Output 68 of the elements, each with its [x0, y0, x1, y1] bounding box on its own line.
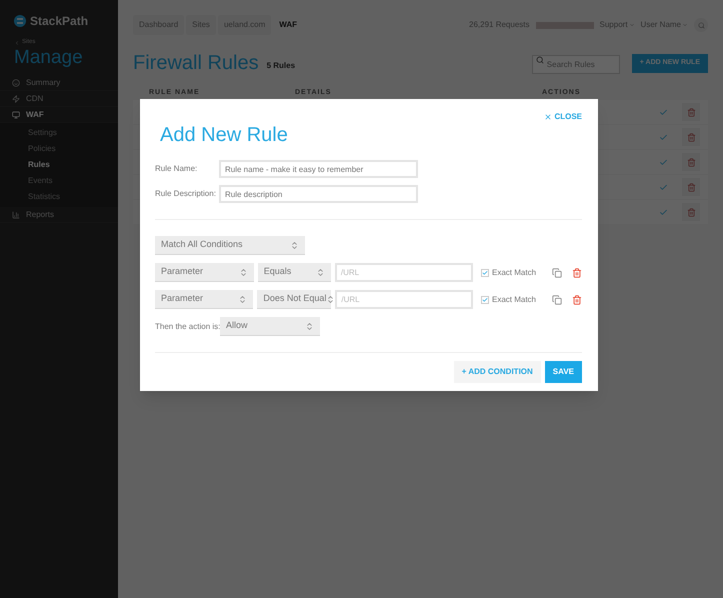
check-icon	[658, 108, 668, 116]
value-field[interactable]: /URL	[334, 263, 473, 282]
trash-icon	[572, 268, 582, 278]
modal-title: Add New Rule	[160, 123, 289, 147]
lightning-icon	[12, 94, 20, 102]
field-label: Rule Name:	[155, 163, 198, 175]
delete-button[interactable]	[682, 203, 700, 221]
smiley-icon	[12, 78, 20, 86]
field-label: Rule Description:	[155, 188, 217, 200]
sort-arrows-icon	[238, 268, 248, 276]
delete-button[interactable]	[682, 153, 700, 171]
check-icon	[658, 158, 668, 166]
trash-icon	[686, 108, 696, 116]
breadcrumb[interactable]: WAF	[273, 15, 304, 35]
checkbox[interactable]	[480, 296, 489, 304]
action-label: Then the action is:	[155, 320, 220, 332]
rules-count: 5 Rules	[266, 60, 296, 72]
checkbox-label: Exact Match	[492, 294, 536, 306]
search-button[interactable]	[694, 18, 708, 32]
sort-arrows-icon	[305, 322, 314, 330]
delete-button[interactable]	[572, 294, 582, 304]
trash-icon	[686, 208, 696, 216]
delete-button[interactable]	[682, 178, 700, 196]
sort-arrows-icon	[326, 294, 336, 304]
monitor-icon	[12, 110, 20, 118]
trash-icon	[686, 182, 696, 192]
section-heading: Manage	[13, 47, 84, 69]
caret-icon	[682, 22, 688, 28]
delete-button[interactable]	[682, 103, 700, 121]
close-button[interactable]: CLOSE	[544, 111, 582, 123]
save-button[interactable]: SAVE	[544, 361, 582, 383]
trash-icon	[572, 294, 582, 304]
sort-arrows-icon	[290, 240, 299, 250]
nav-subitem[interactable]: Rules	[0, 157, 118, 173]
sort-arrows-icon	[316, 268, 325, 276]
delete-button[interactable]	[682, 128, 700, 146]
close-icon	[544, 113, 552, 121]
action-select[interactable]: Allow	[220, 317, 320, 336]
trash-icon	[686, 132, 696, 142]
match-select[interactable]: Match All Conditions	[155, 236, 305, 255]
checkbox-label: Exact Match	[492, 266, 536, 278]
text-field[interactable]: Rule description	[219, 185, 418, 203]
search-icon	[698, 22, 704, 28]
sort-arrows-icon	[238, 294, 248, 304]
bar-chart-icon	[12, 210, 20, 218]
add-condition-button[interactable]: + ADD CONDITION	[454, 361, 541, 383]
logo-text: StackPath	[30, 13, 88, 30]
check-icon	[658, 132, 668, 142]
field-select[interactable]: Parameter	[155, 290, 254, 309]
caret-icon	[628, 22, 635, 28]
page-title: Firewall Rules	[133, 51, 259, 76]
operator-select[interactable]: Equals	[258, 263, 331, 282]
chevron-left-icon	[14, 40, 20, 46]
copy-icon	[552, 268, 562, 278]
text-field[interactable]: Rule name - make it easy to remember	[219, 160, 418, 178]
value-field[interactable]: /URL	[335, 290, 473, 309]
field-select[interactable]: Parameter	[155, 263, 254, 282]
checkbox[interactable]	[481, 268, 489, 276]
operator-select[interactable]: Does Not Equal	[257, 290, 332, 309]
search-icon	[536, 56, 544, 64]
copy-icon	[552, 294, 562, 304]
check-icon	[658, 208, 668, 216]
check-icon	[658, 182, 668, 192]
duplicate-button[interactable]	[552, 268, 562, 278]
trash-icon	[686, 158, 696, 166]
delete-button[interactable]	[572, 268, 582, 278]
logo-icon	[14, 15, 26, 27]
duplicate-button[interactable]	[552, 294, 562, 304]
